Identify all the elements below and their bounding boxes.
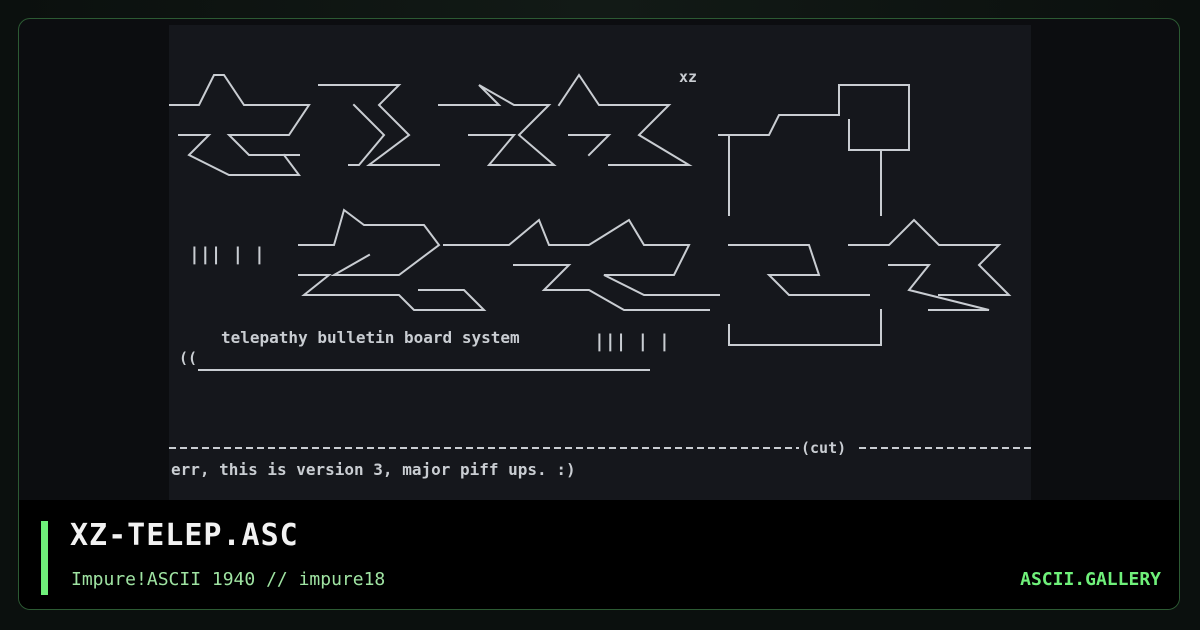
cut-marker-text: (cut): [801, 439, 846, 457]
prefix-mark-text: ((: [179, 349, 197, 367]
artwork-subtitle: Impure!ASCII 1940 // impure18: [71, 569, 386, 590]
artwork-title: XZ-TELEP.ASC: [70, 518, 299, 553]
ascii-art-logo: xz ||| | | ||| | | telepathy bulletin bo…: [169, 68, 1031, 479]
artwork-card: xz ||| | | ||| | | telepathy bulletin bo…: [18, 18, 1180, 610]
accent-stripe: [41, 521, 48, 595]
tagline-text: telepathy bulletin board system: [221, 328, 520, 347]
artwork-preview: xz ||| | | ||| | | telepathy bulletin bo…: [169, 25, 1031, 501]
brand-link[interactable]: ASCII.GALLERY: [1020, 569, 1161, 590]
message-text: err, this is version 3, major piff ups. …: [171, 460, 576, 479]
small-mark-text: xz: [679, 68, 697, 86]
ascii-logo-lines: [169, 73, 1012, 371]
page: xz ||| | | ||| | | telepathy bulletin bo…: [0, 0, 1200, 630]
bar-marks-left: ||| | |: [189, 244, 265, 265]
bar-marks-right: ||| | |: [594, 331, 670, 352]
info-bar: XZ-TELEP.ASC Impure!ASCII 1940 // impure…: [19, 500, 1179, 609]
